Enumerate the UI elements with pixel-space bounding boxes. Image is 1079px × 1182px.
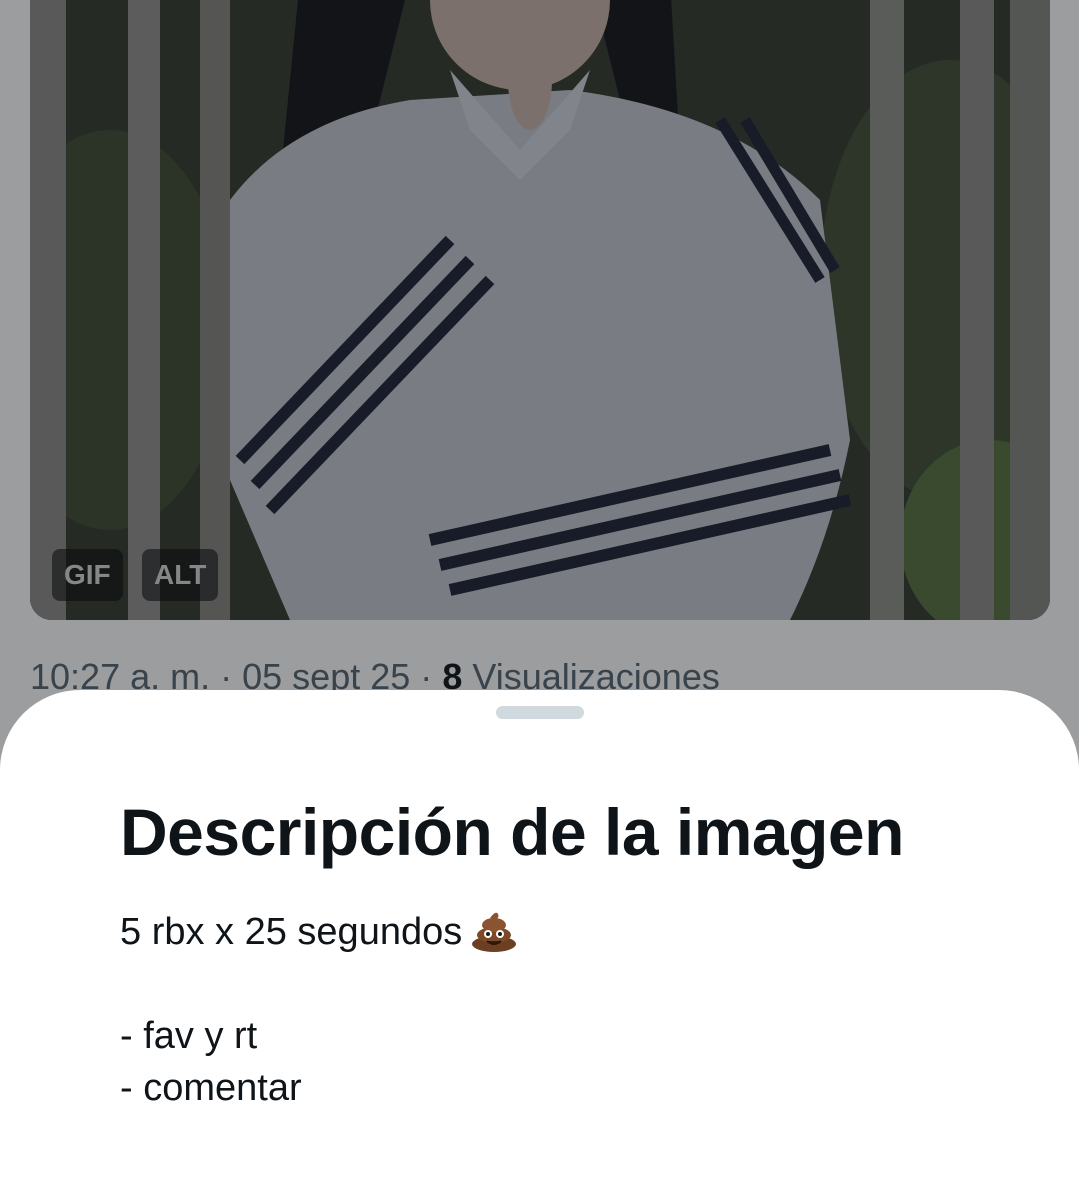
image-description-sheet: Descripción de la imagen 5 rbx x 25 segu…	[0, 690, 1079, 1182]
description-line: - fav y rt	[120, 1015, 258, 1057]
sheet-drag-handle[interactable]	[496, 706, 584, 719]
description-line-text: 5 rbx x 25 segundos	[120, 911, 463, 953]
description-line: - comentar	[120, 1067, 302, 1109]
sheet-title: Descripción de la imagen	[120, 795, 904, 869]
description-line: 5 rbx x 25 segundos	[120, 906, 518, 958]
pile-of-poo-icon	[470, 908, 518, 966]
description-line	[120, 958, 518, 1010]
screen: GIF ALT 10:27 a. m. · 05 sept 25 · 8 Vis…	[0, 0, 1079, 1182]
image-description-text: 5 rbx x 25 segundos - fav y rt - comenta…	[120, 906, 518, 1114]
